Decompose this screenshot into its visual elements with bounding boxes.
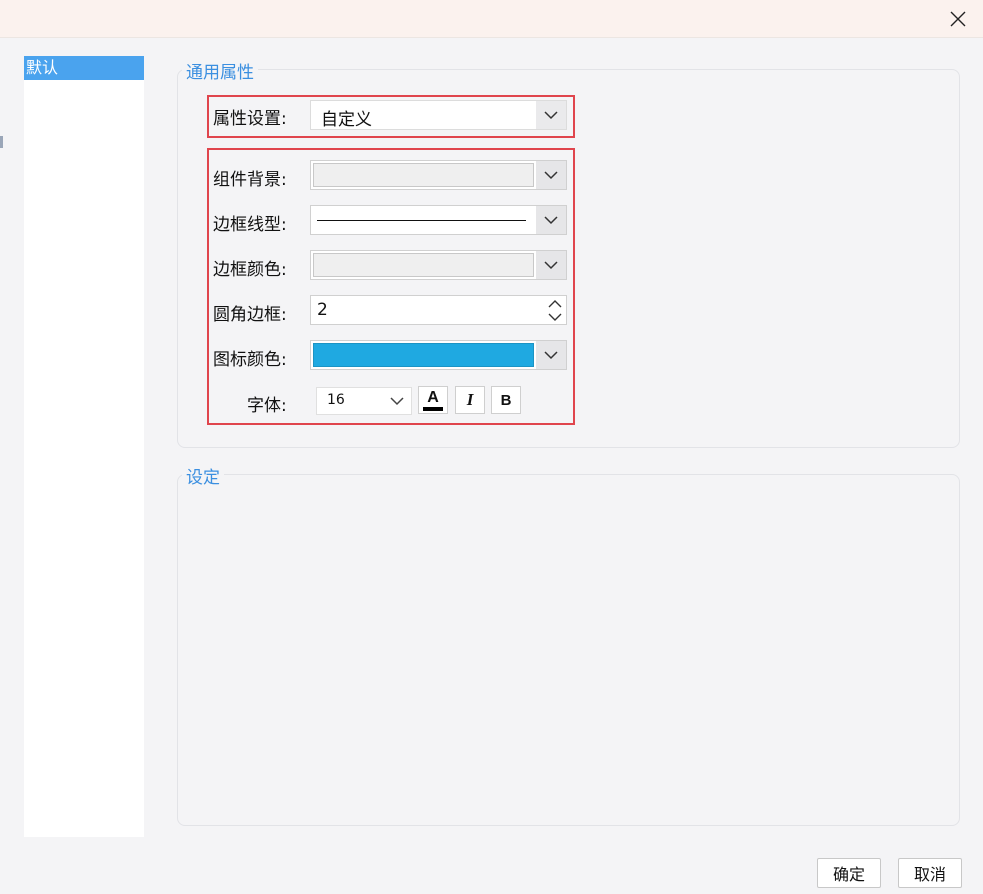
font-size-select[interactable]: 16 — [316, 387, 412, 415]
icon-color-select[interactable] — [310, 340, 567, 370]
settings-group — [177, 474, 960, 826]
italic-icon: I — [466, 390, 474, 409]
font-color-letter: A — [427, 388, 439, 406]
color-swatch — [313, 253, 534, 277]
component-background-label: 组件背景: — [213, 170, 287, 190]
close-icon — [950, 11, 966, 27]
border-line-type-label: 边框线型: — [213, 215, 287, 235]
sidebar: 默认 — [24, 56, 144, 837]
cancel-button[interactable]: 取消 — [898, 858, 962, 888]
chevron-up-icon[interactable] — [548, 299, 562, 309]
sidebar-item-default[interactable]: 默认 — [24, 56, 144, 80]
component-background-select[interactable] — [310, 160, 567, 190]
border-color-label: 边框颜色: — [213, 260, 287, 280]
corner-radius-label: 圆角边框: — [213, 305, 287, 325]
chevron-down-icon — [536, 341, 566, 369]
bold-icon: B — [500, 391, 512, 409]
solid-line-sample — [317, 220, 526, 221]
border-color-select[interactable] — [310, 250, 567, 280]
sidebar-item-label: 默认 — [26, 58, 59, 77]
property-setting-label: 属性设置: — [213, 109, 287, 129]
border-line-type-select[interactable] — [310, 205, 567, 235]
chevron-down-icon — [536, 101, 566, 129]
property-setting-select[interactable]: 自定义 — [310, 100, 567, 130]
font-label: 字体: — [247, 396, 287, 416]
ok-button[interactable]: 确定 — [817, 858, 881, 888]
icon-color-swatch — [313, 343, 534, 367]
chevron-down-icon — [536, 161, 566, 189]
chevron-down-icon — [536, 251, 566, 279]
font-size-value: 16 — [327, 392, 345, 408]
title-bar — [0, 0, 983, 38]
color-swatch — [313, 163, 534, 187]
close-button[interactable] — [945, 6, 971, 32]
corner-radius-spinner[interactable]: 2 — [310, 295, 567, 325]
corner-radius-value: 2 — [317, 300, 328, 320]
left-edge-marker — [0, 136, 3, 148]
icon-color-label: 图标颜色: — [213, 350, 287, 370]
spinner-arrows[interactable] — [544, 296, 566, 324]
italic-button[interactable]: I — [455, 386, 485, 414]
chevron-down-icon[interactable] — [548, 312, 562, 321]
general-properties-legend: 通用属性 — [182, 58, 258, 83]
chevron-down-icon — [385, 388, 409, 414]
font-color-icon: A — [423, 388, 443, 411]
chevron-down-icon — [536, 206, 566, 234]
property-setting-value: 自定义 — [321, 110, 372, 130]
bold-button[interactable]: B — [491, 386, 521, 414]
font-color-bar — [423, 406, 443, 411]
font-color-button[interactable]: A — [418, 386, 448, 414]
settings-legend: 设定 — [182, 463, 224, 488]
